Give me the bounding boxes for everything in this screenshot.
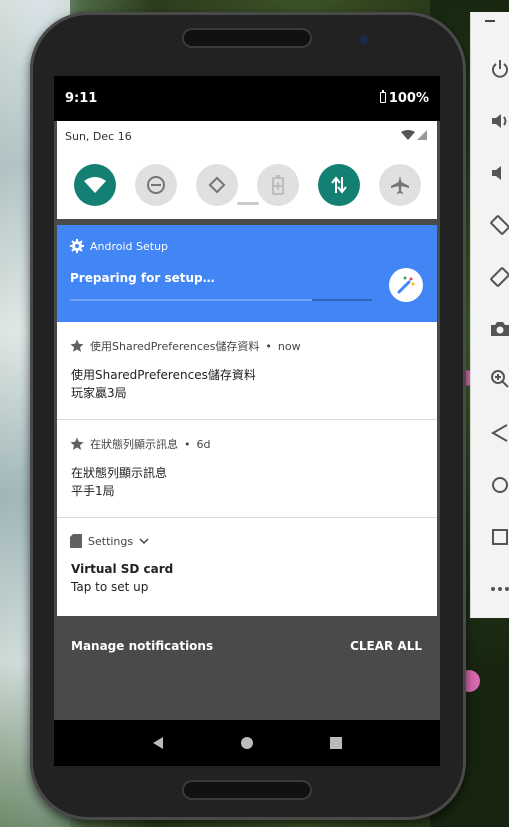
setup-progress-bar: [70, 299, 372, 301]
notification-app-name: 使用SharedPreferences儲存資料: [90, 340, 260, 353]
notification-list: Android Setup Preparing for setup… 使用Sha…: [57, 225, 437, 616]
wifi-icon: [84, 177, 106, 193]
more-button[interactable]: [489, 578, 509, 600]
mobile-data-tile[interactable]: [318, 164, 360, 206]
clear-all-button[interactable]: CLEAR ALL: [350, 639, 422, 653]
signal-indicators: [401, 130, 427, 140]
overview-icon: [492, 529, 508, 545]
camera-icon: [491, 322, 509, 336]
battery-saver-tile[interactable]: [257, 164, 299, 206]
emulator-toolbar: [470, 12, 509, 618]
battery-saver-icon: [272, 175, 284, 195]
rotate-right-icon: [490, 267, 509, 287]
setup-wizard-icon: [389, 268, 423, 302]
minimize-button[interactable]: [485, 20, 495, 22]
volume-down-button[interactable]: [489, 162, 509, 184]
star-icon: [70, 339, 84, 352]
battery-icon: [379, 90, 386, 103]
wifi-tile[interactable]: [74, 164, 116, 206]
home-button-icon[interactable]: [240, 736, 254, 750]
notification-footer: Manage notifications CLEAR ALL: [57, 632, 437, 660]
sd-card-icon: [70, 534, 82, 548]
top-speaker: [184, 30, 310, 46]
back-button[interactable]: [489, 422, 509, 444]
rotate-right-button[interactable]: [489, 266, 509, 288]
progress-indicator: [312, 299, 372, 301]
home-button[interactable]: [489, 474, 509, 496]
power-button[interactable]: [489, 58, 509, 80]
notification-android-setup[interactable]: Android Setup Preparing for setup…: [57, 225, 437, 322]
front-camera: [360, 36, 368, 44]
notification-title: 使用SharedPreferences儲存資料: [71, 368, 256, 382]
notification-text: 玩家贏3局: [71, 386, 127, 400]
do-not-disturb-icon: [147, 176, 165, 194]
status-time: 9:11: [65, 91, 98, 106]
status-bar: 9:11 100%: [54, 76, 440, 121]
phone-frame: 9:11 100% Sun, Dec 16 Android Setup Prep…: [30, 12, 466, 820]
notification-title: 在狀態列顯示訊息: [71, 466, 168, 480]
notification-app-name: Settings: [88, 534, 134, 548]
overview-button[interactable]: [489, 526, 509, 548]
notification-dot: •: [184, 437, 191, 451]
power-icon: [492, 60, 508, 78]
bottom-speaker: [184, 782, 310, 798]
volume-up-button[interactable]: [489, 110, 509, 132]
notification-card[interactable]: 在狀態列顯示訊息 • 6d 在狀態列顯示訊息 平手1局: [57, 420, 437, 518]
cell-signal-icon: [417, 130, 427, 140]
more-icon: [491, 587, 509, 591]
gear-icon: [70, 239, 84, 253]
do-not-disturb-tile[interactable]: [135, 164, 177, 206]
notification-app-name: Android Setup: [90, 239, 169, 253]
airplane-mode-tile[interactable]: [379, 164, 421, 206]
battery-percent: 100%: [388, 91, 429, 106]
screenshot-button[interactable]: [489, 318, 509, 340]
notification-header: 使用SharedPreferences儲存資料 • now: [70, 338, 301, 354]
back-button-icon[interactable]: [151, 736, 165, 750]
auto-rotate-tile[interactable]: [196, 164, 238, 206]
wifi-status-icon: [401, 130, 415, 140]
navigation-bar: [54, 720, 440, 766]
overview-button-icon[interactable]: [329, 736, 343, 750]
notification-time: now: [277, 339, 301, 353]
notification-dot: •: [265, 339, 272, 353]
zoom-button[interactable]: [489, 368, 509, 390]
notification-text: Tap to set up: [71, 580, 149, 594]
notification-title: Virtual SD card: [71, 562, 174, 576]
mobile-data-icon: [331, 176, 347, 194]
notification-app-name: 在狀態列顯示訊息: [90, 438, 178, 451]
home-icon: [492, 477, 508, 493]
notification-title: Preparing for setup…: [70, 271, 215, 285]
quick-tiles: [74, 164, 421, 206]
notification-header: Android Setup: [70, 239, 168, 253]
notification-text: 平手1局: [71, 484, 115, 498]
status-battery: 100%: [379, 90, 429, 106]
notification-header: 在狀態列顯示訊息 • 6d: [70, 436, 210, 452]
airplane-mode-icon: [391, 176, 409, 194]
rotate-left-icon: [490, 215, 509, 235]
chevron-down-icon[interactable]: [139, 537, 149, 545]
qs-drag-handle[interactable]: [237, 202, 259, 205]
rotate-left-button[interactable]: [489, 214, 509, 236]
notification-time: 6d: [196, 437, 211, 451]
magic-wand-icon: [397, 276, 415, 294]
volume-up-icon: [492, 114, 507, 128]
qs-date: Sun, Dec 16: [65, 130, 132, 143]
volume-down-icon: [492, 166, 501, 180]
quick-settings-panel: Sun, Dec 16: [57, 121, 437, 219]
notification-header: Settings: [70, 534, 149, 548]
zoom-icon: [491, 370, 509, 388]
notification-card-settings[interactable]: Settings Virtual SD card Tap to set up: [57, 518, 437, 616]
auto-rotate-icon: [208, 176, 226, 194]
back-icon: [491, 424, 508, 442]
phone-screen: 9:11 100% Sun, Dec 16 Android Setup Prep…: [54, 76, 440, 744]
notification-card[interactable]: 使用SharedPreferences儲存資料 • now 使用SharedPr…: [57, 322, 437, 420]
manage-notifications-button[interactable]: Manage notifications: [71, 639, 213, 653]
star-icon: [70, 437, 84, 450]
